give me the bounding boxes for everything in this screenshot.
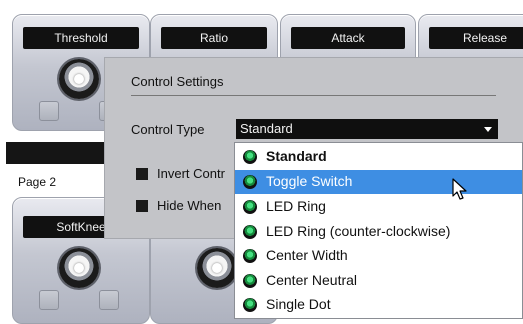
option-label: Single Dot <box>266 296 331 312</box>
softknee-knob-icon[interactable] <box>59 248 99 288</box>
option-center-neutral[interactable]: Center Neutral <box>235 269 522 293</box>
attack-label: Attack <box>291 27 405 49</box>
option-label: LED Ring (counter-clockwise) <box>266 223 451 239</box>
softknee-button-left[interactable] <box>39 290 59 310</box>
page-label: Page 2 <box>18 175 57 189</box>
softknee-button-right[interactable] <box>99 290 119 310</box>
hide-label: Hide When <box>157 198 222 213</box>
option-led-ring-ccw[interactable]: LED Ring (counter-clockwise) <box>235 220 522 244</box>
second-knob-icon[interactable] <box>197 248 237 288</box>
threshold-label: Threshold <box>23 27 139 49</box>
led-dot-icon <box>243 249 257 263</box>
option-label: Center Neutral <box>266 272 358 288</box>
ratio-label: Ratio <box>161 27 267 49</box>
led-dot-icon <box>243 225 257 239</box>
dropdown-arrow-icon <box>484 127 492 132</box>
led-dot-icon <box>243 298 257 312</box>
invert-label: Invert Contr <box>157 166 225 181</box>
option-led-ring[interactable]: LED Ring <box>235 195 522 219</box>
option-toggle-switch[interactable]: Toggle Switch <box>235 170 522 194</box>
plugin-editor: Threshold Ratio Attack Release Page 2 So… <box>0 0 523 324</box>
dialog-title: Control Settings <box>131 74 224 89</box>
threshold-knob-icon[interactable] <box>59 59 99 99</box>
control-type-select[interactable]: Standard <box>236 119 498 139</box>
page-bar <box>6 142 116 164</box>
threshold-button-left[interactable] <box>39 101 59 121</box>
control-type-label: Control Type <box>131 122 205 137</box>
hide-checkbox[interactable] <box>136 200 148 212</box>
option-label: LED Ring <box>266 198 326 214</box>
led-dot-icon <box>243 274 257 288</box>
option-label: Standard <box>266 148 327 164</box>
option-label: Toggle Switch <box>266 173 353 189</box>
option-label: Center Width <box>266 247 348 263</box>
control-type-dropdown: Standard Toggle Switch LED Ring LED Ring… <box>234 142 523 319</box>
invert-checkbox[interactable] <box>136 168 148 180</box>
control-type-value: Standard <box>240 121 293 136</box>
option-standard[interactable]: Standard <box>235 145 522 169</box>
led-dot-icon <box>243 175 257 189</box>
option-single-dot[interactable]: Single Dot <box>235 293 522 317</box>
led-dot-icon <box>243 200 257 214</box>
dialog-separator <box>131 95 496 96</box>
mouse-pointer-icon <box>452 178 467 200</box>
option-center-width[interactable]: Center Width <box>235 244 522 268</box>
led-dot-icon <box>243 150 257 164</box>
release-label: Release <box>429 27 523 49</box>
